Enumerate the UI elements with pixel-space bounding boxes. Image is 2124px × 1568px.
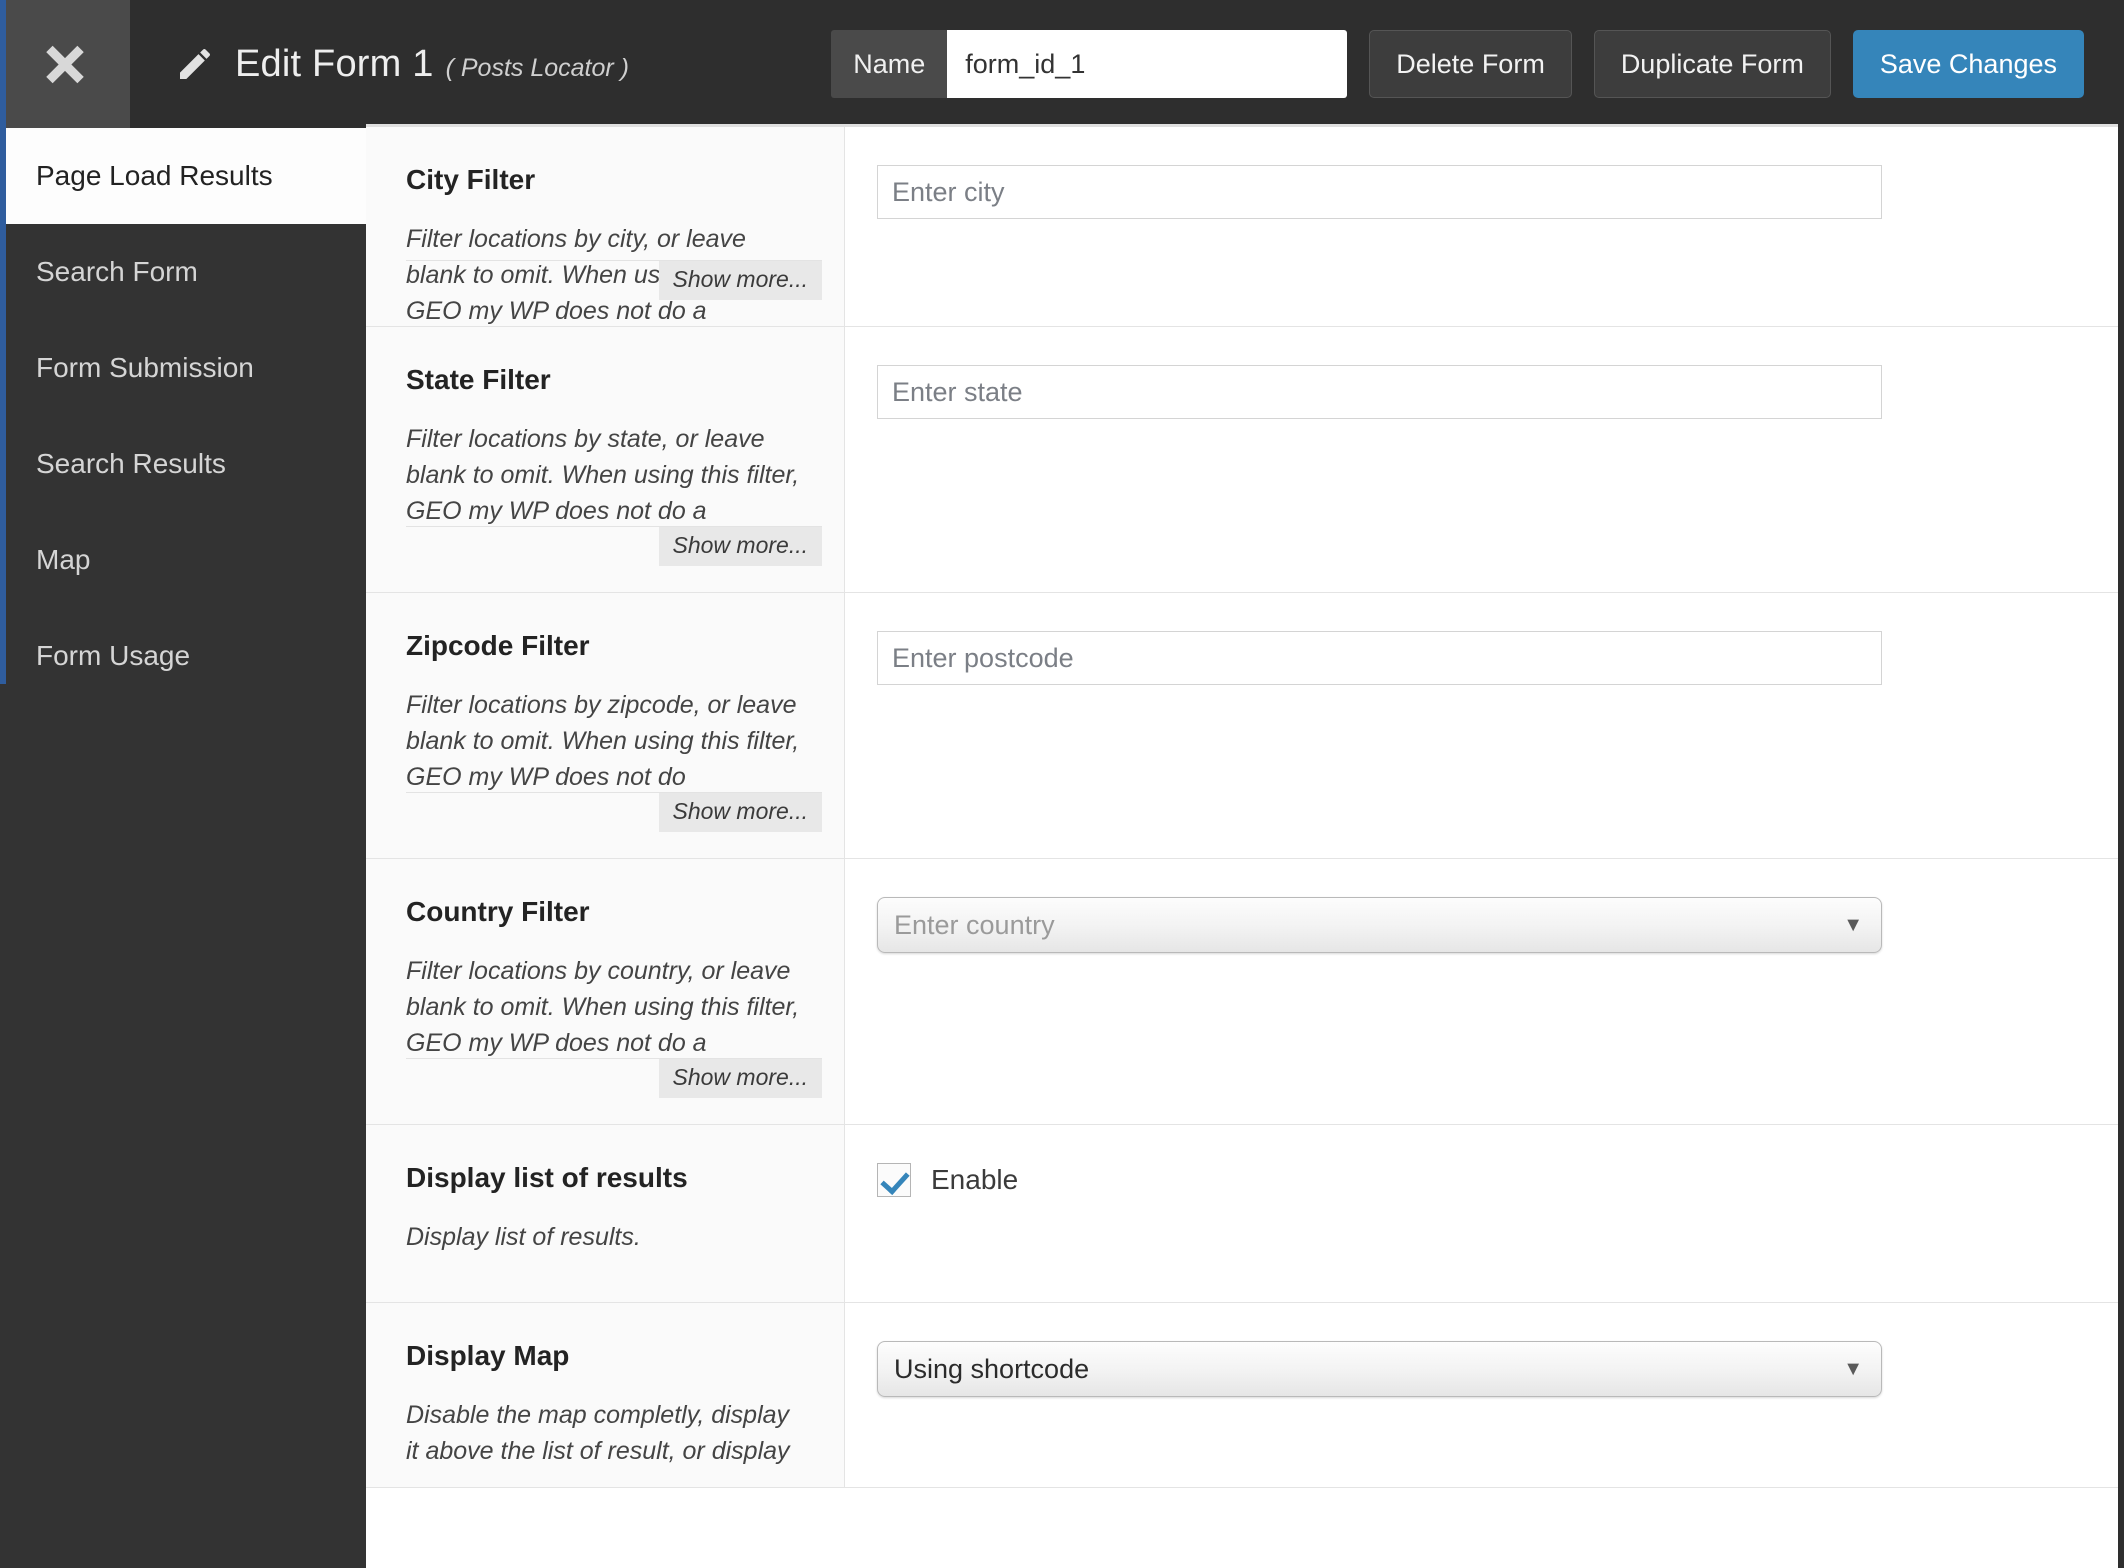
setting-description: Filter locations by country, or leave bl… [406, 956, 800, 1058]
setting-title: City Filter [406, 164, 536, 195]
setting-row-display-list-of-results: Display list of results Display list of … [366, 1125, 2118, 1303]
setting-label-cell: Display list of results Display list of … [366, 1125, 845, 1302]
show-more-button[interactable]: Show more... [658, 792, 822, 832]
show-more-divider: Show more... [406, 791, 822, 832]
setting-field-cell [845, 127, 2118, 326]
sidebar-item-label: Search Results [36, 448, 226, 479]
chevron-down-icon: ▼ [1843, 1358, 1863, 1380]
show-more-divider: Show more... [406, 1057, 822, 1098]
setting-field-cell: Using shortcode ▼ [845, 1303, 2118, 1487]
setting-row-country-filter: Country Filter Filter locations by count… [366, 859, 2118, 1125]
zipcode-input[interactable] [877, 631, 1882, 685]
top-toolbar: Edit Form 1 ( Posts Locator ) Name Delet… [0, 0, 2124, 128]
sidebar-item-map[interactable]: Map [0, 512, 366, 608]
sidebar-item-label: Page Load Results [36, 160, 273, 191]
setting-label-cell: State Filter Filter locations by state, … [366, 327, 845, 592]
setting-field-cell [845, 327, 2118, 592]
display-map-select[interactable]: Using shortcode ▼ [877, 1341, 1882, 1397]
setting-label-cell: Display Map Disable the map completly, d… [366, 1303, 845, 1487]
sidebar-item-label: Form Usage [36, 640, 191, 671]
setting-title: Country Filter [406, 896, 590, 927]
setting-title: State Filter [406, 364, 551, 395]
setting-field-cell [845, 593, 2118, 858]
setting-row-display-map: Display Map Disable the map completly, d… [366, 1303, 2118, 1488]
delete-form-button[interactable]: Delete Form [1369, 30, 1572, 98]
setting-title: Display list of results [406, 1162, 688, 1193]
page-title-subtitle: ( Posts Locator ) [445, 53, 629, 82]
save-changes-button[interactable]: Save Changes [1852, 30, 2084, 98]
show-more-button[interactable]: Show more... [658, 526, 822, 566]
duplicate-form-button[interactable]: Duplicate Form [1593, 30, 1831, 98]
sidebar-item-label: Form Submission [36, 352, 254, 383]
setting-field-cell: Enable [845, 1125, 2118, 1302]
toolbar-actions: Name Delete Form Duplicate Form Save Cha… [831, 0, 2084, 128]
show-more-divider: Show more... [406, 525, 822, 566]
setting-row-state-filter: State Filter Filter locations by state, … [366, 327, 2118, 593]
setting-field-cell: Enter country ▼ [845, 859, 2118, 1124]
setting-label-cell: Country Filter Filter locations by count… [366, 859, 845, 1124]
left-accent-bar [0, 0, 6, 684]
page-title: Edit Form 1 ( Posts Locator ) [175, 43, 629, 86]
setting-title: Display Map [406, 1340, 570, 1371]
setting-label-cell: City Filter Filter locations by city, or… [366, 127, 845, 326]
display-map-select-value: Using shortcode [894, 1353, 1090, 1384]
form-name-label: Name [831, 30, 948, 98]
country-select-value: Enter country [894, 909, 1055, 940]
show-more-button[interactable]: Show more... [658, 1058, 822, 1098]
state-input[interactable] [877, 365, 1882, 419]
close-icon [43, 42, 87, 86]
show-more-button[interactable]: Show more... [658, 260, 822, 300]
enable-checkbox[interactable] [877, 1163, 911, 1197]
chevron-down-icon: ▼ [1843, 914, 1863, 936]
sidebar-item-form-submission[interactable]: Form Submission [0, 320, 366, 416]
enable-checkbox-row: Enable [877, 1163, 2118, 1197]
setting-description: Disable the map completly, display it ab… [406, 1400, 790, 1465]
settings-panel: City Filter Filter locations by city, or… [366, 124, 2118, 1568]
sidebar-item-search-results[interactable]: Search Results [0, 416, 366, 512]
setting-title: Zipcode Filter [406, 630, 590, 661]
sidebar-item-label: Search Form [36, 256, 198, 287]
setting-description: Display list of results. [406, 1222, 641, 1251]
sidebar-item-search-form[interactable]: Search Form [0, 224, 366, 320]
sidebar-item-form-usage[interactable]: Form Usage [0, 608, 366, 704]
sidebar-item-label: Map [36, 544, 91, 575]
setting-row-city-filter: City Filter Filter locations by city, or… [366, 127, 2118, 327]
setting-description: Filter locations by zipcode, or leave bl… [406, 690, 800, 792]
sidebar-item-page-load-results[interactable]: Page Load Results [0, 128, 366, 224]
sidebar-nav: Page Load Results Search Form Form Submi… [0, 128, 366, 1568]
country-select[interactable]: Enter country ▼ [877, 897, 1882, 953]
pencil-icon [175, 44, 215, 84]
city-input[interactable] [877, 165, 1882, 219]
close-button[interactable] [0, 0, 130, 128]
setting-description: Filter locations by state, or leave blan… [406, 424, 800, 526]
enable-checkbox-label: Enable [931, 1164, 1019, 1195]
setting-label-cell: Zipcode Filter Filter locations by zipco… [366, 593, 845, 858]
setting-row-zipcode-filter: Zipcode Filter Filter locations by zipco… [366, 593, 2118, 859]
form-name-input[interactable] [947, 30, 1348, 98]
show-more-divider: Show more... [406, 259, 822, 300]
page-title-text: Edit Form 1 [235, 42, 434, 85]
